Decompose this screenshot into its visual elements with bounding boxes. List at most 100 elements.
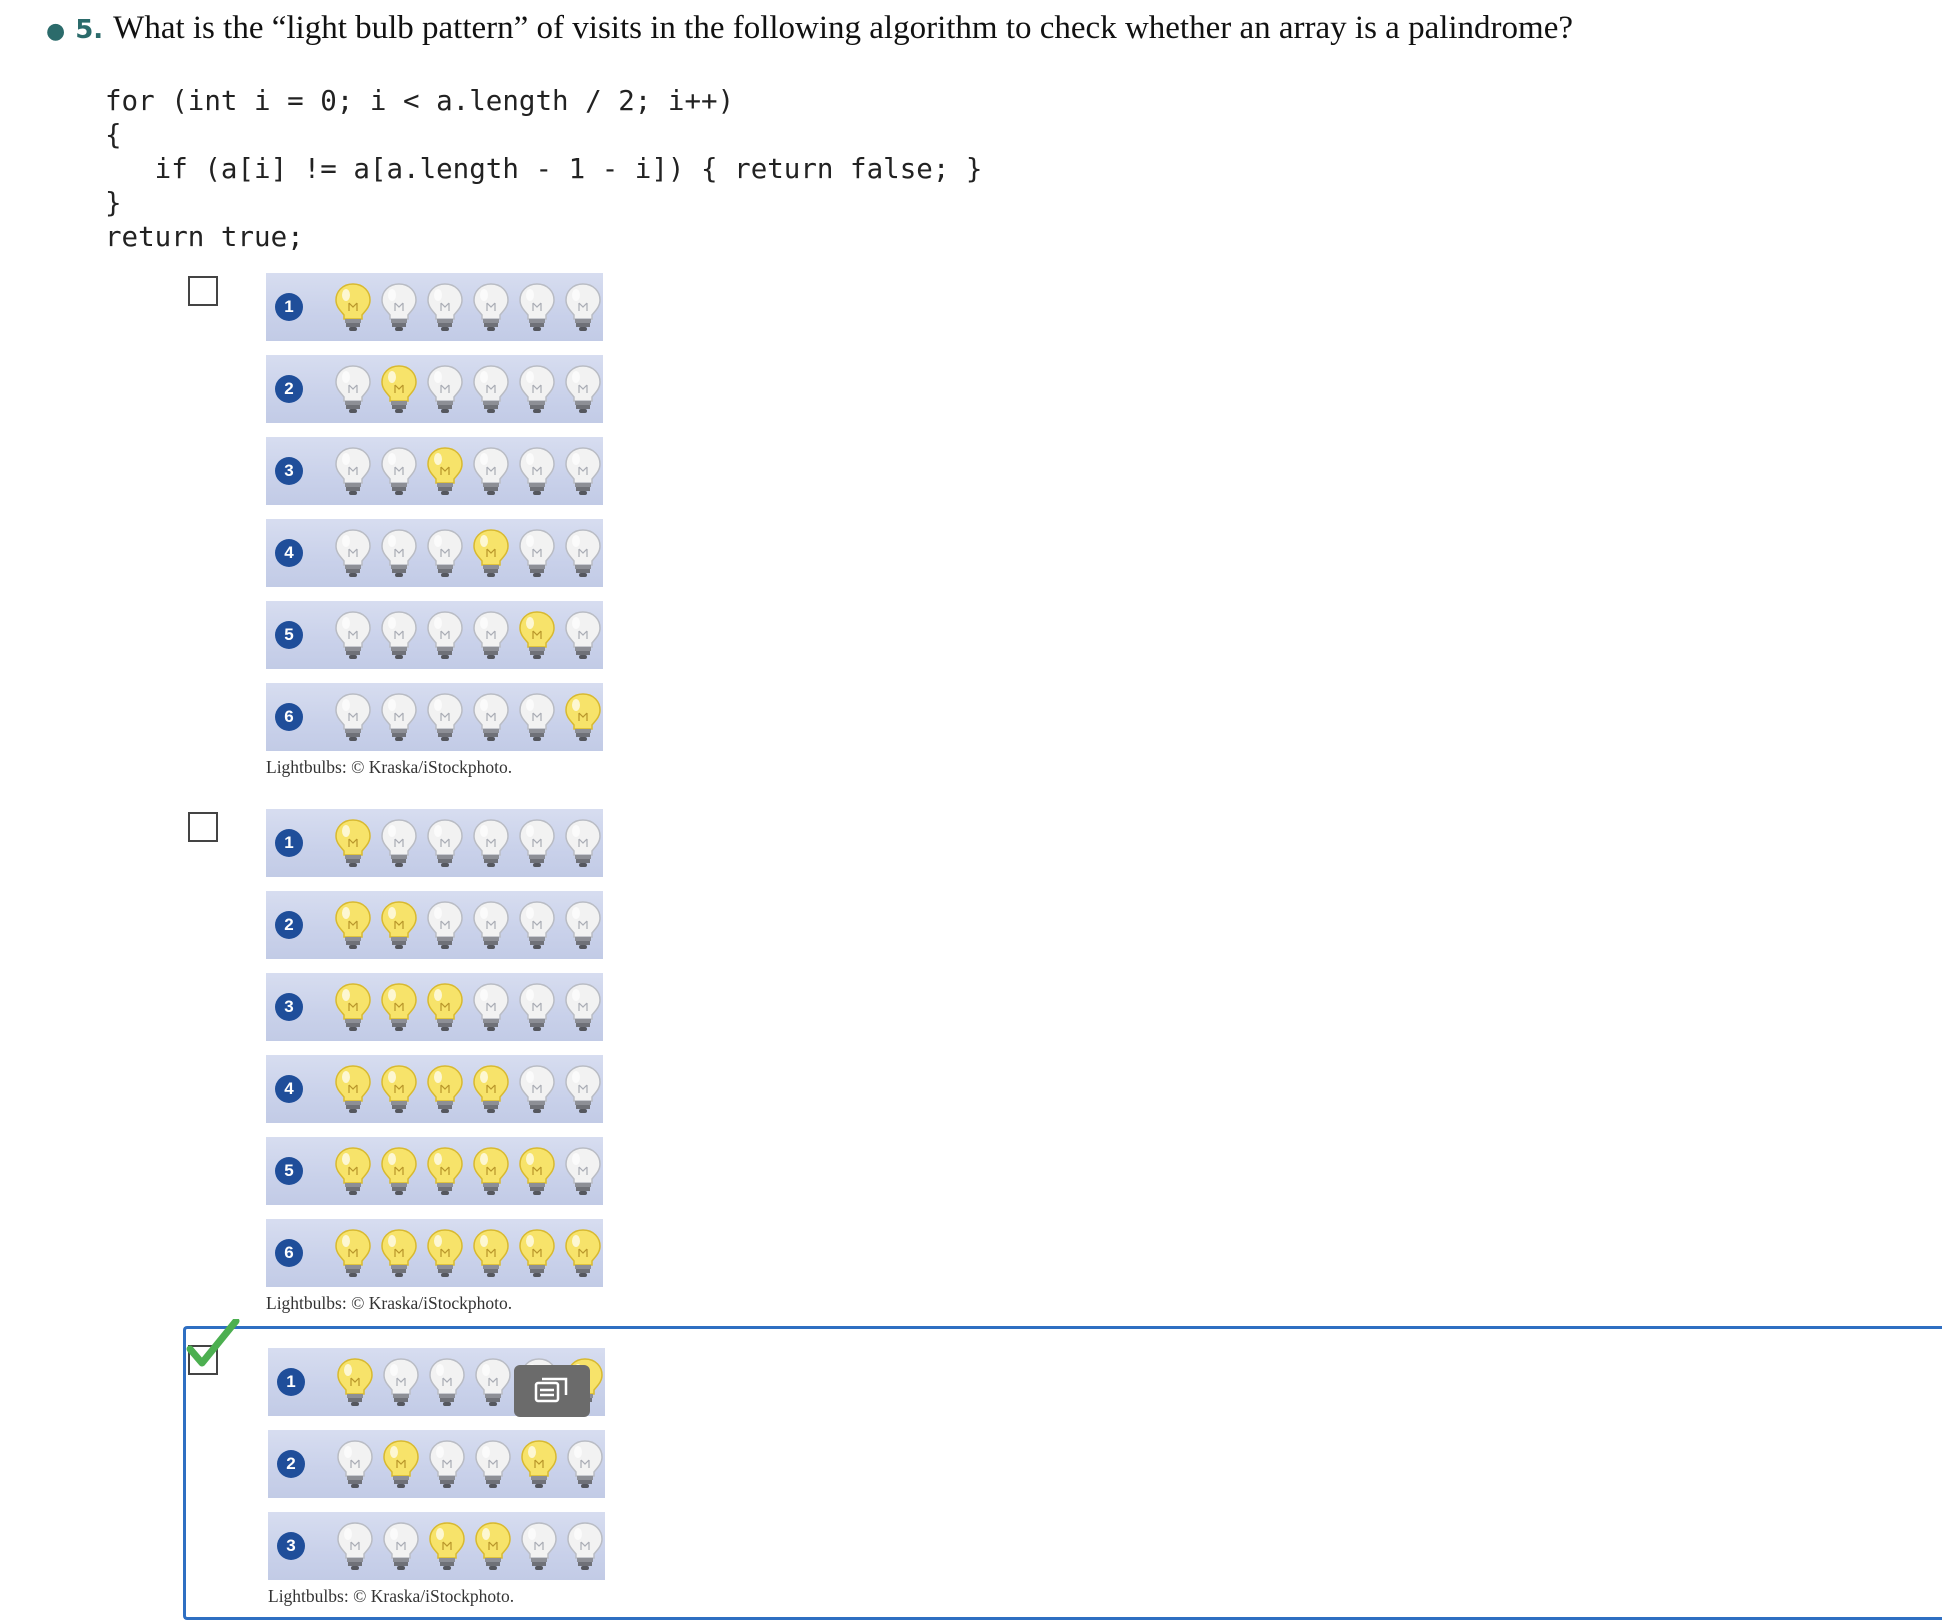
unlit-bulb-icon: [429, 1358, 465, 1406]
bulb-row: 6: [266, 1219, 603, 1287]
bulb-rows: 1 2 3 4 5 6: [266, 809, 603, 1287]
step-number-badge: 5: [275, 1157, 303, 1185]
answer-option-2[interactable]: 1 2 3 4 5 6 Lightbulbs: © Kraska/iStockphoto.: [184, 806, 784, 1316]
unlit-bulb-icon: [565, 365, 601, 413]
lit-bulb-icon: [335, 1229, 371, 1277]
unlit-bulb-icon: [519, 1065, 555, 1113]
answer-checkbox[interactable]: [188, 276, 218, 306]
lit-bulb-icon: [381, 983, 417, 1031]
unlit-bulb-icon: [565, 901, 601, 949]
bulb-row: 3: [268, 1512, 605, 1580]
comment-icon: [534, 1377, 568, 1403]
lit-bulb-icon: [335, 819, 371, 867]
lightbulb-figure: 1 2 3 4 5 6 Lightbulbs: © Kraska/iStockphoto.: [266, 273, 603, 778]
bulb-group: [332, 609, 604, 663]
unlit-bulb-icon: [337, 1522, 373, 1570]
code-block: for (int i = 0; i < a.length / 2; i++){ …: [105, 84, 983, 254]
unlit-bulb-icon: [383, 1522, 419, 1570]
unlit-bulb-icon: [473, 447, 509, 495]
unlit-bulb-icon: [521, 1522, 557, 1570]
bulb-group: [332, 981, 604, 1035]
lit-bulb-icon: [335, 1065, 371, 1113]
answer-option-1[interactable]: 1 2 3 4 5 6 Lightbulbs: © Kraska/iStockphoto.: [184, 270, 784, 780]
unlit-bulb-icon: [519, 693, 555, 741]
lit-bulb-icon: [521, 1440, 557, 1488]
unlit-bulb-icon: [427, 819, 463, 867]
lit-bulb-icon: [427, 1065, 463, 1113]
step-number-badge: 5: [275, 621, 303, 649]
step-number-badge: 2: [275, 375, 303, 403]
step-number-badge: 4: [275, 1075, 303, 1103]
code-line: for (int i = 0; i < a.length / 2; i++): [105, 85, 735, 117]
lit-bulb-icon: [475, 1522, 511, 1570]
lit-bulb-icon: [383, 1440, 419, 1488]
unlit-bulb-icon: [473, 983, 509, 1031]
bulb-row: 2: [266, 891, 603, 959]
bulb-row: 4: [266, 1055, 603, 1123]
lit-bulb-icon: [335, 983, 371, 1031]
bulb-group: [332, 899, 604, 953]
question: ● 5. What is the “light bulb pattern” of…: [46, 10, 1926, 58]
bulb-row: 3: [266, 973, 603, 1041]
comment-button[interactable]: [514, 1365, 590, 1417]
unlit-bulb-icon: [473, 283, 509, 331]
lightbulb-figure: 1 2 3 4 5 6 Lightbulbs: © Kraska/iStockphoto.: [266, 809, 603, 1314]
unlit-bulb-icon: [381, 447, 417, 495]
bulb-row: 1: [266, 809, 603, 877]
unlit-bulb-icon: [565, 1065, 601, 1113]
unlit-bulb-icon: [427, 283, 463, 331]
bulb-row: 1: [266, 273, 603, 341]
question-header: ● 5. What is the “light bulb pattern” of…: [46, 10, 1926, 58]
unlit-bulb-icon: [475, 1358, 511, 1406]
lit-bulb-icon: [473, 1065, 509, 1113]
lit-bulb-icon: [519, 611, 555, 659]
unlit-bulb-icon: [427, 529, 463, 577]
unlit-bulb-icon: [565, 1147, 601, 1195]
bulb-row: 5: [266, 1137, 603, 1205]
unlit-bulb-icon: [427, 901, 463, 949]
lit-bulb-icon: [381, 1065, 417, 1113]
unlit-bulb-icon: [337, 1440, 373, 1488]
unlit-bulb-icon: [427, 611, 463, 659]
unlit-bulb-icon: [519, 983, 555, 1031]
lit-bulb-icon: [519, 1229, 555, 1277]
lit-bulb-icon: [427, 983, 463, 1031]
unlit-bulb-icon: [565, 529, 601, 577]
lit-bulb-icon: [335, 901, 371, 949]
bulb-rows: 1 2 3 4 5 6: [266, 273, 603, 751]
figure-caption: Lightbulbs: © Kraska/iStockphoto.: [266, 757, 513, 777]
lit-bulb-icon: [335, 1147, 371, 1195]
unlit-bulb-icon: [565, 983, 601, 1031]
unlit-bulb-icon: [427, 693, 463, 741]
unlit-bulb-icon: [381, 529, 417, 577]
bulb-group: [332, 817, 604, 871]
lit-bulb-icon: [381, 901, 417, 949]
unlit-bulb-icon: [427, 365, 463, 413]
bullet-icon: ●: [46, 19, 66, 44]
code-line: {: [105, 119, 122, 151]
unlit-bulb-icon: [473, 365, 509, 413]
step-number-badge: 6: [275, 703, 303, 731]
bulb-row: 5: [266, 601, 603, 669]
lit-bulb-icon: [473, 529, 509, 577]
unlit-bulb-icon: [565, 447, 601, 495]
lit-bulb-icon: [335, 283, 371, 331]
lit-bulb-icon: [519, 1147, 555, 1195]
answer-option-3[interactable]: 1 2 3 Lightbulbs: © Kraska/iStockphoto.: [183, 1319, 1942, 1620]
unlit-bulb-icon: [519, 529, 555, 577]
answer-checkbox[interactable]: [188, 812, 218, 842]
step-number-badge: 3: [275, 993, 303, 1021]
lit-bulb-icon: [473, 1147, 509, 1195]
step-number-badge: 1: [275, 293, 303, 321]
unlit-bulb-icon: [473, 819, 509, 867]
unlit-bulb-icon: [473, 901, 509, 949]
figure-caption: Lightbulbs: © Kraska/iStockphoto.: [268, 1586, 515, 1606]
unlit-bulb-icon: [429, 1440, 465, 1488]
question-number: 5.: [75, 15, 104, 45]
step-number-badge: 3: [275, 457, 303, 485]
step-number-badge: 2: [277, 1450, 305, 1478]
unlit-bulb-icon: [519, 447, 555, 495]
bulb-group: [334, 1520, 606, 1574]
bulb-group: [332, 1063, 604, 1117]
step-number-badge: 4: [275, 539, 303, 567]
